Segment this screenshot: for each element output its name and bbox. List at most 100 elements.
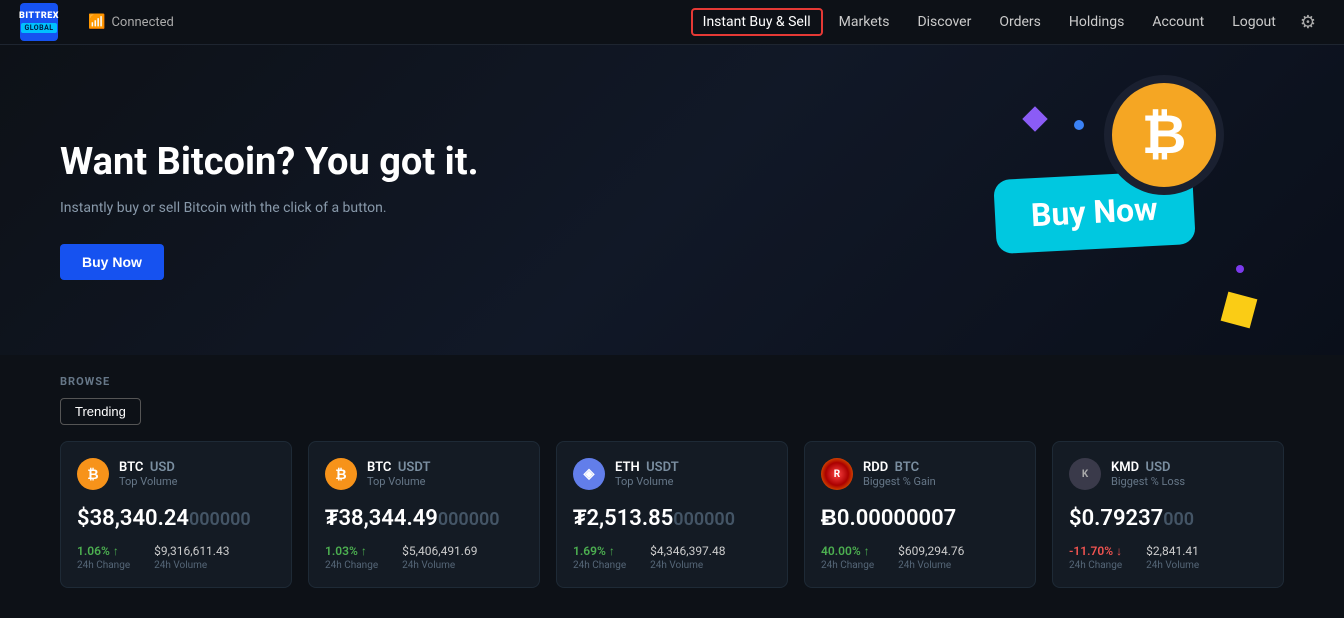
- card-pair-info: RDD BTC Biggest % Gain: [863, 460, 936, 488]
- nav-account[interactable]: Account: [1140, 8, 1216, 36]
- filter-tab-trending[interactable]: Trending: [60, 398, 141, 425]
- card-header: ₿ BTC USDT Top Volume: [325, 458, 523, 490]
- pair-quote: USDT: [643, 460, 679, 475]
- change-label: 24h Change: [821, 560, 874, 571]
- card-price: Ƀ0.00000007: [821, 506, 1019, 532]
- change-value: 1.03%: [325, 544, 378, 558]
- hero-subtitle: Instantly buy or sell Bitcoin with the c…: [60, 200, 560, 216]
- wifi-icon: 📶: [88, 14, 105, 30]
- pair-base: BTC: [119, 460, 143, 475]
- rdd-icon: R: [821, 458, 853, 490]
- diamond-purple: [1022, 106, 1047, 131]
- market-card-btc-usdt[interactable]: ₿ BTC USDT Top Volume ₮38,344.49000000 1…: [308, 441, 540, 588]
- hero-title: Want Bitcoin? You got it.: [60, 140, 560, 186]
- stat-volume: $2,841.41 24h Volume: [1146, 544, 1199, 571]
- card-stats: 1.06% 24h Change $9,316,611.43 24h Volum…: [77, 544, 275, 571]
- stat-change: -11.70% 24h Change: [1069, 544, 1122, 571]
- change-label: 24h Change: [77, 560, 130, 571]
- card-price: $38,340.24000000: [77, 506, 275, 532]
- hero-section: Want Bitcoin? You got it. Instantly buy …: [0, 45, 1344, 355]
- browse-label: BROWSE: [60, 375, 1284, 388]
- settings-icon[interactable]: ⚙: [1292, 8, 1324, 37]
- volume-label: Top Volume: [367, 475, 430, 488]
- price-significant: Ƀ0.00000007: [821, 506, 956, 531]
- card-header: R RDD BTC Biggest % Gain: [821, 458, 1019, 490]
- price-trailing: 000000: [189, 509, 251, 530]
- price-significant: $0.79237: [1069, 506, 1163, 531]
- hero-buy-button[interactable]: Buy Now: [60, 244, 164, 280]
- stat-volume: $4,346,397.48 24h Volume: [650, 544, 725, 571]
- dot-purple: [1236, 265, 1244, 273]
- change-value: 40.00%: [821, 544, 874, 558]
- stat-change: 1.69% 24h Change: [573, 544, 626, 571]
- nav-instant-buy-sell[interactable]: Instant Buy & Sell: [691, 8, 823, 36]
- volume-label: Top Volume: [615, 475, 679, 488]
- pair-base: ETH: [615, 460, 640, 475]
- price-significant: ₮2,513.85: [573, 506, 673, 531]
- market-card-rdd-btc[interactable]: R RDD BTC Biggest % Gain Ƀ0.00000007 40.…: [804, 441, 1036, 588]
- card-stats: 1.69% 24h Change $4,346,397.48 24h Volum…: [573, 544, 771, 571]
- market-card-kmd-usd[interactable]: K KMD USD Biggest % Loss $0.79237000 -11…: [1052, 441, 1284, 588]
- card-stats: 40.00% 24h Change $609,294.76 24h Volume: [821, 544, 1019, 571]
- pair-quote: BTC: [891, 460, 919, 475]
- card-pair-info: BTC USD Top Volume: [119, 460, 177, 488]
- card-pair-info: ETH USDT Top Volume: [615, 460, 679, 488]
- nav-logout[interactable]: Logout: [1220, 8, 1288, 36]
- card-pair-label: BTC USD: [119, 460, 177, 475]
- card-stats: -11.70% 24h Change $2,841.41 24h Volume: [1069, 544, 1267, 571]
- change-value: 1.69%: [573, 544, 626, 558]
- card-pair-label: BTC USDT: [367, 460, 430, 475]
- card-pair-label: KMD USD: [1111, 460, 1185, 475]
- square-yellow: [1221, 292, 1258, 329]
- volume-value: $609,294.76: [898, 544, 964, 558]
- connection-label: Connected: [111, 15, 173, 30]
- card-pair-label: RDD BTC: [863, 460, 936, 475]
- change-label: 24h Change: [325, 560, 378, 571]
- nav-markets[interactable]: Markets: [827, 8, 902, 36]
- bitcoin-circle: ₿: [1104, 75, 1224, 195]
- volume-value: $9,316,611.43: [154, 544, 229, 558]
- eth-icon: ◈: [573, 458, 605, 490]
- card-stats: 1.03% 24h Change $5,406,491.69 24h Volum…: [325, 544, 523, 571]
- volume-value: $5,406,491.69: [402, 544, 477, 558]
- volume-stat-label: 24h Volume: [650, 560, 725, 571]
- card-price: ₮2,513.85000000: [573, 506, 771, 532]
- market-card-btc-usd[interactable]: ₿ BTC USD Top Volume $38,340.24000000 1.…: [60, 441, 292, 588]
- price-significant: ₮38,344.49: [325, 506, 438, 531]
- card-header: K KMD USD Biggest % Loss: [1069, 458, 1267, 490]
- header: BITTREX GLOBAL 📶 Connected Instant Buy &…: [0, 0, 1344, 45]
- volume-value: $2,841.41: [1146, 544, 1199, 558]
- nav-holdings[interactable]: Holdings: [1057, 8, 1137, 36]
- card-header: ◈ ETH USDT Top Volume: [573, 458, 771, 490]
- filter-tabs: Trending: [60, 398, 1284, 425]
- volume-stat-label: 24h Volume: [154, 560, 229, 571]
- stat-change: 1.03% 24h Change: [325, 544, 378, 571]
- dot-blue: [1074, 120, 1084, 130]
- price-trailing: 000: [1163, 509, 1194, 530]
- price-trailing: 000000: [438, 509, 500, 530]
- volume-stat-label: 24h Volume: [1146, 560, 1199, 571]
- logo-bottom-text: GLOBAL: [21, 23, 56, 33]
- bitcoin-symbol-icon: ₿: [1142, 108, 1187, 163]
- card-pair-info: KMD USD Biggest % Loss: [1111, 460, 1185, 488]
- card-price: ₮38,344.49000000: [325, 506, 523, 532]
- market-card-eth-usdt[interactable]: ◈ ETH USDT Top Volume ₮2,513.85000000 1.…: [556, 441, 788, 588]
- cards-row: ₿ BTC USD Top Volume $38,340.24000000 1.…: [60, 441, 1284, 588]
- logo-top-text: BITTREX: [19, 12, 59, 21]
- pair-base: KMD: [1111, 460, 1139, 475]
- change-value: -11.70%: [1069, 544, 1122, 558]
- volume-label: Biggest % Loss: [1111, 475, 1185, 488]
- nav-discover[interactable]: Discover: [905, 8, 983, 36]
- nav-orders[interactable]: Orders: [987, 8, 1053, 36]
- pair-base: BTC: [367, 460, 391, 475]
- browse-section: BROWSE Trending ₿ BTC USD Top Volume $38…: [0, 355, 1344, 618]
- stat-volume: $5,406,491.69 24h Volume: [402, 544, 477, 571]
- card-price: $0.79237000: [1069, 506, 1267, 532]
- logo-box: BITTREX GLOBAL: [20, 3, 58, 41]
- volume-label: Top Volume: [119, 475, 177, 488]
- volume-value: $4,346,397.48: [650, 544, 725, 558]
- card-header: ₿ BTC USD Top Volume: [77, 458, 275, 490]
- logo-area[interactable]: BITTREX GLOBAL: [20, 3, 58, 41]
- volume-label: Biggest % Gain: [863, 475, 936, 488]
- card-pair-label: ETH USDT: [615, 460, 679, 475]
